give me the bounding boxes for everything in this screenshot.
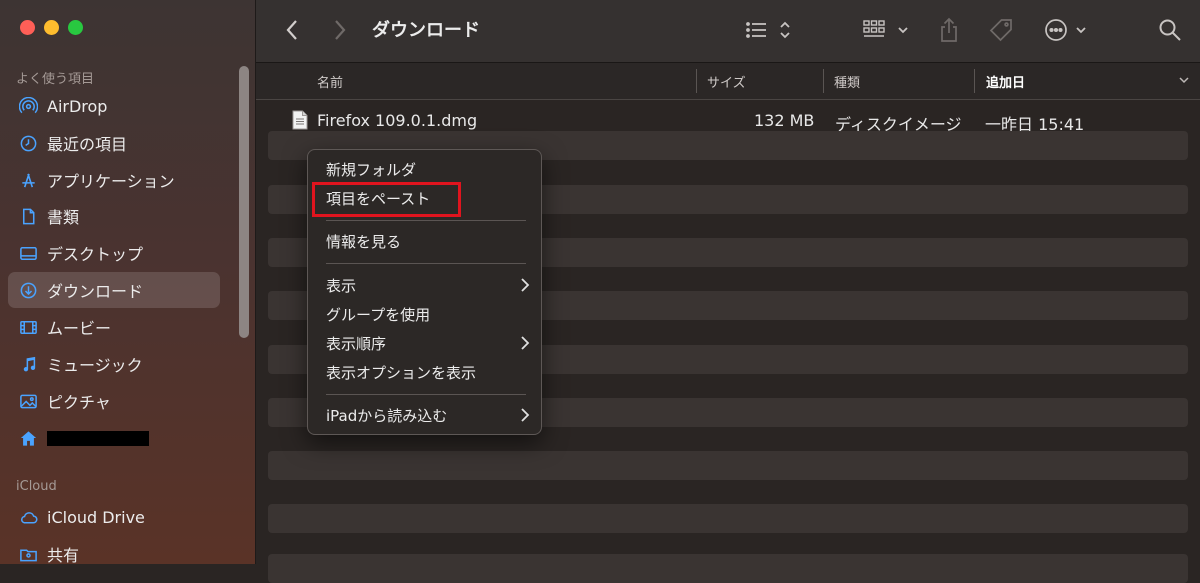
minimize-button[interactable] xyxy=(44,20,59,35)
sidebar-item-movies[interactable]: ムービー xyxy=(8,309,220,345)
home-icon xyxy=(18,428,38,448)
column-size[interactable]: サイズ xyxy=(707,63,746,99)
menu-item-label: 表示順序 xyxy=(326,335,387,353)
desktop-icon xyxy=(18,243,38,263)
sidebar-item-label: ミュージック xyxy=(47,356,143,375)
sidebar-item-label: ムービー xyxy=(47,319,112,338)
sidebar-item-desktop[interactable]: デスクトップ xyxy=(8,235,220,271)
column-divider[interactable] xyxy=(823,69,824,93)
forward-button[interactable] xyxy=(330,15,350,45)
menu-item-label: 新規フォルダ xyxy=(326,161,417,179)
sidebar-item-documents[interactable]: 書類 xyxy=(8,198,220,234)
column-divider[interactable] xyxy=(974,69,975,93)
column-header: 名前 サイズ 種類 追加日 xyxy=(256,63,1200,100)
menu-item-use-groups[interactable]: グループを使用 xyxy=(317,301,532,328)
column-kind[interactable]: 種類 xyxy=(834,63,860,99)
music-icon xyxy=(18,354,38,374)
sidebar-item-label: AirDrop xyxy=(47,96,108,116)
menu-item-import-from-ipad[interactable]: iPadから読み込む xyxy=(317,402,532,429)
menu-item-sort-by[interactable]: 表示順序 xyxy=(317,330,532,357)
menu-item-new-folder[interactable]: 新規フォルダ xyxy=(317,156,532,183)
ellipsis-circle-icon xyxy=(1045,19,1086,41)
menu-separator xyxy=(326,263,526,264)
film-icon xyxy=(18,317,38,337)
menu-item-get-info[interactable]: 情報を見る xyxy=(317,228,532,255)
sidebar-item-label: 書類 xyxy=(47,208,80,227)
sidebar-item-label: ピクチャ xyxy=(47,393,111,412)
back-button[interactable] xyxy=(282,15,302,45)
clock-icon xyxy=(18,133,38,153)
more-actions-button[interactable] xyxy=(1044,15,1090,45)
airdrop-icon xyxy=(18,96,38,116)
photo-icon xyxy=(18,391,38,411)
menu-separator xyxy=(326,220,526,221)
chevron-right-icon xyxy=(520,277,530,297)
group-button[interactable] xyxy=(862,15,912,45)
chevron-right-icon xyxy=(335,20,346,40)
sidebar-item-icloud-drive[interactable]: iCloud Drive xyxy=(8,499,220,535)
menu-separator xyxy=(326,394,526,395)
zoom-button[interactable] xyxy=(68,20,83,35)
menu-item-label: 情報を見る xyxy=(326,233,402,251)
window-controls xyxy=(20,20,83,35)
menu-item-label: 表示オプションを表示 xyxy=(326,364,477,382)
file-name: Firefox 109.0.1.dmg xyxy=(317,111,478,130)
close-button[interactable] xyxy=(20,20,35,35)
sidebar-item-applications[interactable]: アプリケーション xyxy=(8,162,220,198)
sidebar: よく使う項目 AirDrop 最近の項目 アプリケーション 書類 デスクトップ xyxy=(0,0,256,564)
view-list-button[interactable] xyxy=(744,15,794,45)
menu-item-label: グループを使用 xyxy=(326,306,431,324)
sidebar-item-label: アプリケーション xyxy=(47,172,175,191)
sidebar-section-favorites: よく使う項目 xyxy=(16,72,95,87)
share-icon xyxy=(941,17,957,42)
sidebar-item-label: iCloud Drive xyxy=(47,507,145,527)
sidebar-item-home[interactable] xyxy=(8,420,220,456)
list-view-icon xyxy=(746,21,790,39)
sidebar-item-airdrop[interactable]: AirDrop xyxy=(8,88,220,124)
menu-item-label: 表示 xyxy=(326,277,357,295)
shared-folder-icon xyxy=(18,544,38,564)
sidebar-item-label: ダウンロード xyxy=(47,282,144,301)
menu-item-view[interactable]: 表示 xyxy=(317,272,532,299)
file-size: 132 MB xyxy=(754,111,815,130)
search-button[interactable] xyxy=(1158,15,1182,45)
sidebar-scrollbar[interactable] xyxy=(239,66,249,338)
chevron-right-icon xyxy=(520,407,530,427)
sidebar-item-recents[interactable]: 最近の項目 xyxy=(8,125,220,161)
search-icon xyxy=(1159,19,1181,41)
download-icon xyxy=(18,280,38,300)
sidebar-item-pictures[interactable]: ピクチャ xyxy=(8,383,220,419)
share-button[interactable] xyxy=(936,15,962,45)
grid-icon xyxy=(863,20,908,37)
sidebar-item-music[interactable]: ミュージック xyxy=(8,346,220,382)
column-date-added[interactable]: 追加日 xyxy=(986,63,1025,99)
chevron-left-icon xyxy=(286,20,297,40)
redacted-username xyxy=(47,430,149,446)
tag-icon xyxy=(989,19,1012,42)
sidebar-item-label: デスクトップ xyxy=(47,245,144,264)
sidebar-item-label: 共有 xyxy=(47,546,80,564)
window-title: ダウンロード xyxy=(372,20,480,41)
chevron-right-icon xyxy=(520,335,530,355)
column-name[interactable]: 名前 xyxy=(317,63,343,99)
menu-item-label: iPadから読み込む xyxy=(326,407,448,425)
column-divider[interactable] xyxy=(696,69,697,93)
empty-row xyxy=(268,504,1188,533)
menu-item-show-view-options[interactable]: 表示オプションを表示 xyxy=(317,359,532,386)
empty-row xyxy=(268,451,1188,480)
empty-row xyxy=(268,554,1188,583)
sidebar-item-shared[interactable]: 共有 xyxy=(8,536,220,564)
tag-button[interactable] xyxy=(986,15,1016,45)
sidebar-item-downloads[interactable]: ダウンロード xyxy=(8,272,220,308)
document-icon xyxy=(18,206,38,226)
sort-chevron-down-icon[interactable] xyxy=(1178,72,1190,92)
applications-icon xyxy=(18,170,38,190)
highlight-box xyxy=(312,182,461,217)
toolbar: ダウンロード xyxy=(256,0,1200,63)
sidebar-item-label: 最近の項目 xyxy=(47,135,128,154)
cloud-icon xyxy=(18,507,38,527)
sidebar-section-icloud: iCloud xyxy=(16,479,57,494)
